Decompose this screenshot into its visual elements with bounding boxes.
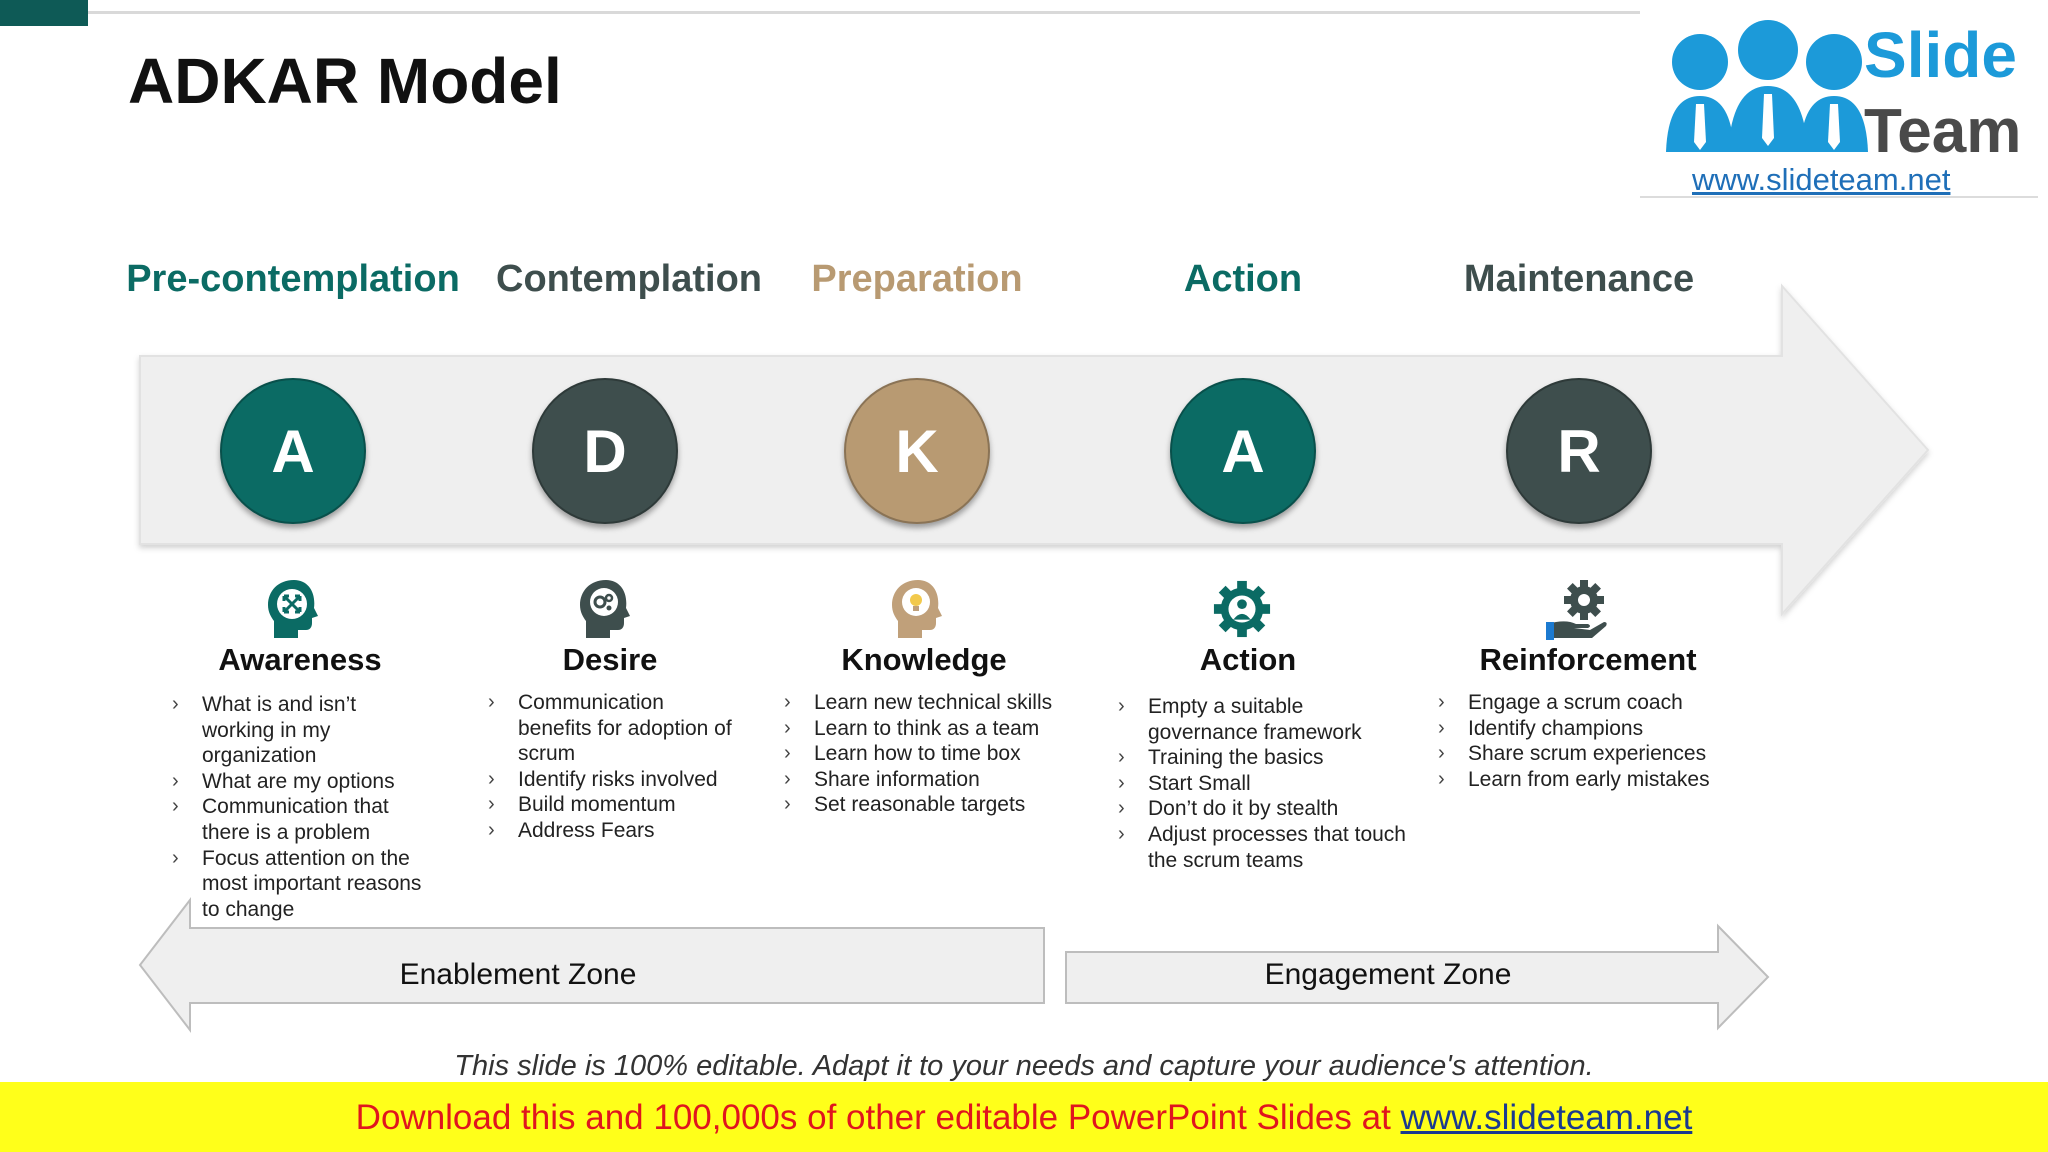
list-item: Learn to think as a team: [784, 716, 1074, 742]
list-item: Empty a suitable governance framework: [1118, 694, 1408, 745]
reinforcement-bullets: Engage a scrum coach Identify champions …: [1438, 690, 1778, 792]
stage-heading-pre-contemplation: Pre-contemplation: [126, 258, 460, 300]
banner-link[interactable]: www.slideteam.net: [1401, 1098, 1693, 1137]
engagement-zone-label: Engagement Zone: [1264, 958, 1512, 991]
list-item: What is and isn’t working in my organiza…: [172, 692, 432, 769]
stage-heading-action: Action: [1183, 258, 1303, 300]
desire-bullets: Communication benefits for adoption of s…: [488, 690, 738, 844]
stage-heading-contemplation: Contemplation: [496, 258, 762, 300]
list-item: Share information: [784, 767, 1074, 793]
circle-d-desire: D: [532, 378, 678, 524]
gear-person-icon: [1213, 580, 1271, 638]
list-item: Communication that there is a problem: [172, 794, 432, 845]
list-item: Share scrum experiences: [1438, 741, 1778, 767]
list-item: Learn new technical skills: [784, 690, 1074, 716]
list-item: Learn from early mistakes: [1438, 767, 1778, 793]
label-awareness: Awareness: [218, 642, 382, 677]
list-item: Learn how to time box: [784, 741, 1074, 767]
list-item: Engage a scrum coach: [1438, 690, 1778, 716]
label-reinforcement: Reinforcement: [1479, 642, 1697, 677]
circle-r-reinforcement: R: [1506, 378, 1652, 524]
enablement-zone-label: Enablement Zone: [399, 958, 637, 991]
circle-a-awareness: A: [220, 378, 366, 524]
stage-heading-maintenance: Maintenance: [1463, 258, 1695, 300]
label-knowledge: Knowledge: [841, 642, 1007, 677]
head-arrows-icon: [268, 580, 318, 638]
list-item: Identify risks involved: [488, 767, 738, 793]
list-item: Set reasonable targets: [784, 792, 1074, 818]
action-bullets: Empty a suitable governance framework Tr…: [1118, 694, 1408, 873]
stage-heading-preparation: Preparation: [811, 258, 1023, 300]
circle-k-knowledge: K: [844, 378, 990, 524]
list-item: Training the basics: [1118, 745, 1408, 771]
process-arrow: [138, 283, 1930, 1033]
list-item: Don’t do it by stealth: [1118, 796, 1408, 822]
list-item: Address Fears: [488, 818, 738, 844]
list-item: What are my options: [172, 769, 432, 795]
list-item: Adjust processes that touch the scrum te…: [1118, 822, 1408, 873]
list-item: Identify champions: [1438, 716, 1778, 742]
head-lightbulb-icon: [892, 580, 942, 638]
knowledge-bullets: Learn new technical skills Learn to thin…: [784, 690, 1074, 818]
label-action: Action: [1199, 642, 1297, 677]
download-banner-text: Download this and 100,000s of other edit…: [0, 1098, 2048, 1138]
editable-footnote: This slide is 100% editable. Adapt it to…: [454, 1050, 1594, 1082]
circle-a-action: A: [1170, 378, 1316, 524]
list-item: Start Small: [1118, 771, 1408, 797]
awareness-bullets: What is and isn’t working in my organiza…: [172, 692, 432, 922]
head-gears-icon: [580, 580, 630, 638]
list-item: Communication benefits for adoption of s…: [488, 690, 738, 767]
hand-gear-icon: [1546, 580, 1607, 640]
label-desire: Desire: [562, 642, 658, 677]
list-item: Build momentum: [488, 792, 738, 818]
list-item: Focus attention on the most important re…: [172, 846, 432, 923]
banner-message: Download this and 100,000s of other edit…: [355, 1098, 1401, 1137]
